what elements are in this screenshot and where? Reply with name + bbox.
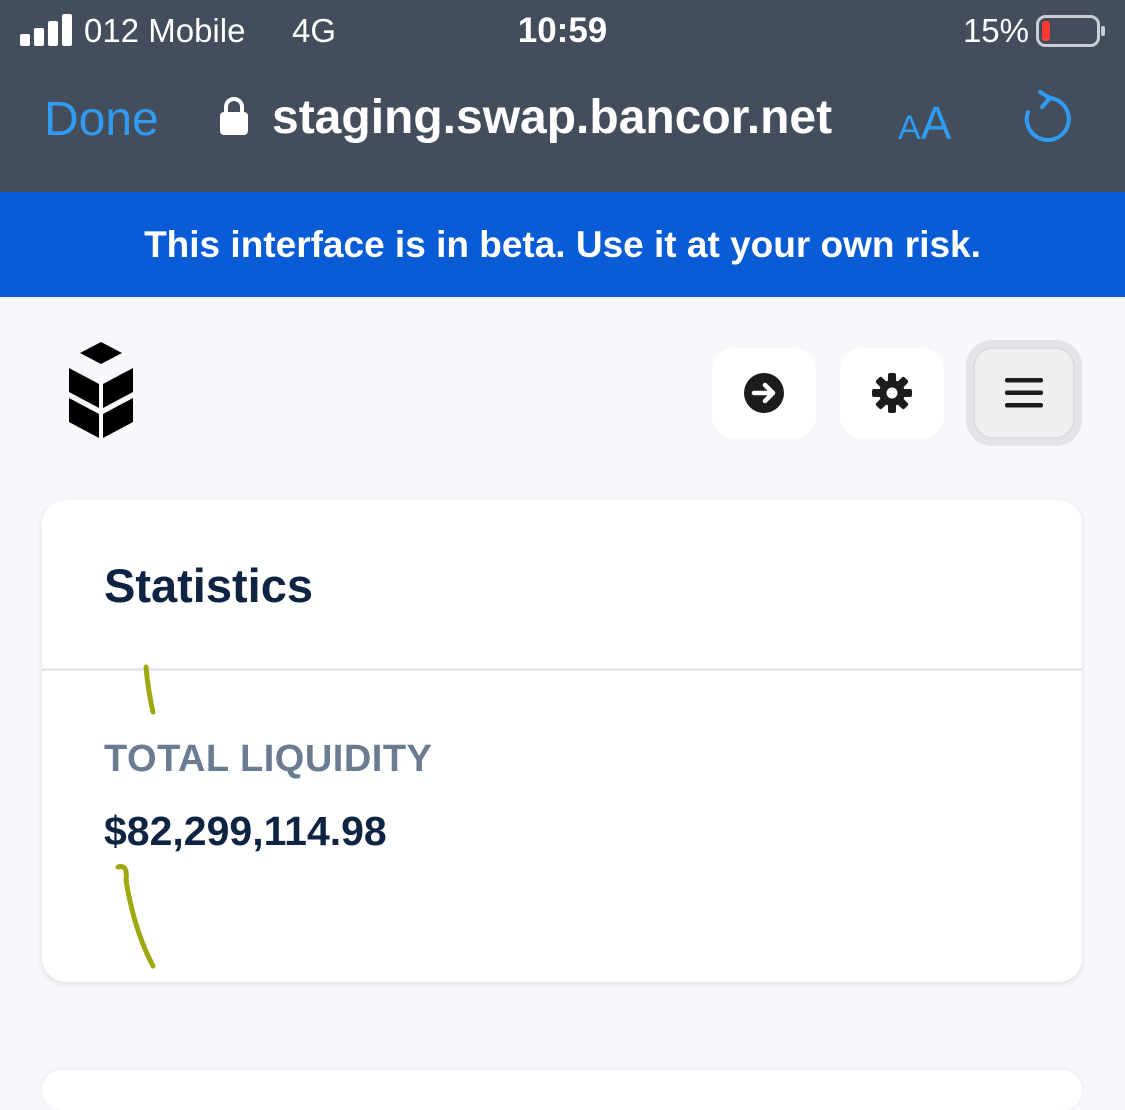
done-button[interactable]: Done bbox=[44, 92, 159, 147]
gear-icon bbox=[872, 373, 912, 413]
text-size-small-glyph: A bbox=[898, 109, 921, 147]
battery-percent: 15% bbox=[962, 12, 1029, 49]
login-button[interactable] bbox=[712, 348, 816, 438]
lock-icon bbox=[220, 97, 248, 135]
battery-icon bbox=[1036, 15, 1105, 47]
statistics-card: Statistics TOTAL LIQUIDITY $82,299,114.9… bbox=[42, 500, 1082, 982]
status-bar: 012 Mobile 4G 10:59 15% bbox=[0, 0, 1125, 66]
text-size-button[interactable]: AA bbox=[898, 96, 951, 150]
text-size-big-glyph: A bbox=[920, 97, 952, 149]
status-time: 10:59 bbox=[517, 11, 608, 50]
settings-button[interactable] bbox=[840, 348, 944, 438]
next-card-edge bbox=[42, 1070, 1082, 1110]
reload-icon[interactable] bbox=[1018, 90, 1074, 146]
bancor-logo-icon bbox=[69, 342, 133, 438]
safari-toolbar: Done staging.swap.bancor.net AA bbox=[0, 66, 1125, 192]
statistics-title: Statistics bbox=[104, 559, 313, 612]
hamburger-menu-icon bbox=[1005, 378, 1043, 408]
menu-button[interactable] bbox=[966, 340, 1082, 446]
browser-chrome: 012 Mobile 4G 10:59 15% Done staging.swa… bbox=[0, 0, 1125, 192]
total-liquidity-value: $82,299,114.98 bbox=[104, 808, 387, 854]
beta-warning-banner: This interface is in beta. Use it at you… bbox=[0, 192, 1125, 297]
menu-button-face bbox=[973, 347, 1075, 439]
address-bar-url[interactable]: staging.swap.bancor.net bbox=[272, 90, 868, 145]
card-divider bbox=[42, 668, 1082, 671]
arrow-right-circle-icon bbox=[744, 373, 784, 413]
total-liquidity-label: TOTAL LIQUIDITY bbox=[104, 738, 433, 780]
